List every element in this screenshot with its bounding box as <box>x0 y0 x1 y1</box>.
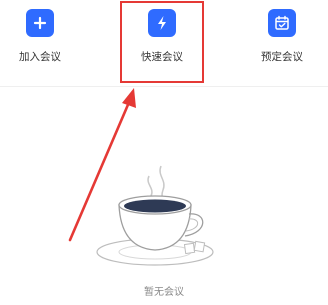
calendar-check-icon <box>268 9 296 37</box>
schedule-meeting-button[interactable]: 预定会议 <box>242 0 322 72</box>
empty-state-text: 暂无会议 <box>144 287 184 298</box>
coffee-cup-illustration <box>96 165 214 266</box>
quick-meeting-highlight-box <box>120 1 204 83</box>
schedule-meeting-label: 预定会议 <box>261 51 303 63</box>
plus-icon <box>26 9 54 37</box>
join-meeting-label: 加入会议 <box>19 51 61 63</box>
join-meeting-button[interactable]: 加入会议 <box>0 0 80 72</box>
toolbar-divider <box>0 86 328 87</box>
